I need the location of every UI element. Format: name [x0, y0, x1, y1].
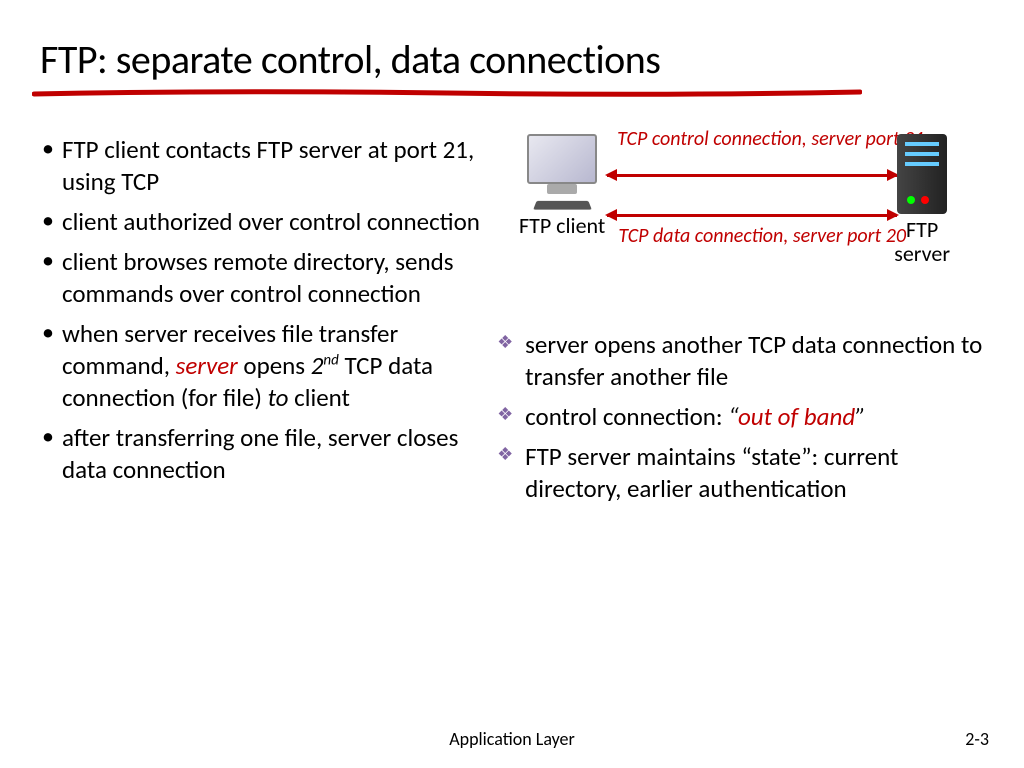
- text-red: out of band: [738, 401, 855, 432]
- right-column: TCP control connection, server port 21 F…: [497, 134, 984, 513]
- bullet-item: FTP client contacts FTP server at port 2…: [62, 134, 482, 198]
- quote: ”: [855, 401, 865, 432]
- content-area: FTP client contacts FTP server at port 2…: [0, 84, 1024, 513]
- monitor-icon: [527, 134, 597, 184]
- bullet-item: client browses remote directory, sends c…: [62, 246, 482, 310]
- slide-title: FTP: separate control, data connections: [0, 0, 1024, 84]
- ftp-client-figure: FTP client: [512, 134, 612, 238]
- diamond-item: server opens another TCP data connection…: [525, 329, 984, 393]
- control-arrow: [607, 174, 897, 177]
- text-italic: to: [268, 382, 289, 413]
- footer-center: Application Layer: [0, 728, 1024, 750]
- text-sup: nd: [323, 352, 338, 370]
- bullet-item: when server receives file transfer comma…: [62, 318, 482, 414]
- left-bullet-list: FTP client contacts FTP server at port 2…: [40, 134, 482, 486]
- control-conn-label: TCP control connection, server port 21: [617, 129, 907, 150]
- keyboard-icon: [533, 201, 592, 210]
- data-conn-label: TCP data connection, server port 20: [617, 226, 907, 247]
- bullet-item: after transferring one file, server clos…: [62, 422, 482, 486]
- quote: “: [728, 401, 738, 432]
- ftp-diagram: TCP control connection, server port 21 F…: [497, 134, 967, 299]
- server-icon: [897, 134, 947, 214]
- data-arrow: [607, 214, 897, 217]
- left-column: FTP client contacts FTP server at port 2…: [40, 134, 497, 513]
- text: opens: [238, 350, 311, 381]
- diamond-item: control connection: “out of band”: [525, 401, 984, 433]
- title-underline: [32, 88, 862, 100]
- client-label: FTP client: [512, 214, 612, 238]
- text: client: [289, 382, 350, 413]
- text-italic: 2: [311, 350, 324, 381]
- page-number: 2-3: [965, 728, 989, 750]
- text-red: server: [176, 350, 238, 381]
- diamond-item: FTP server maintains “state”: current di…: [525, 441, 984, 505]
- bullet-item: client authorized over control connectio…: [62, 206, 482, 238]
- right-bullet-list: server opens another TCP data connection…: [497, 329, 984, 505]
- text: control connection:: [525, 401, 728, 432]
